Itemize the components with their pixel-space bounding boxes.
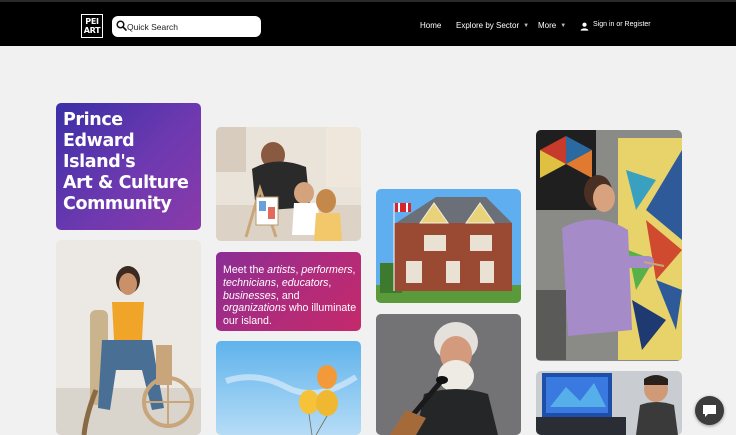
intro-fragment: , and [276,289,300,302]
chat-button[interactable] [695,396,724,425]
intro-fragment: , [328,276,332,289]
search-input[interactable] [127,17,257,36]
nav-explore-by-sector[interactable]: Explore by Sector ▼ [456,21,529,30]
chat-bubble-icon [703,405,716,417]
intro-link-performers[interactable]: performers [301,264,352,276]
title-line: Art & Culture [63,173,189,193]
nav-home[interactable]: Home [420,21,441,30]
title-line: Prince [63,110,123,130]
hero-title-tile: Prince Edward Island's Art & Culture Com… [56,103,201,230]
title-line: Island's [63,152,136,172]
photo-mural-painter[interactable] [536,130,682,361]
nav-home-label: Home [420,21,442,30]
photo-digital-artist[interactable] [536,371,682,435]
photo-family-painting[interactable] [216,127,361,241]
user-icon [580,22,589,31]
chevron-down-icon: ▼ [560,23,567,29]
intro-text: Meet the artists, performers, technician… [223,264,361,328]
nav-explore-label: Explore by Sector [456,21,520,30]
intro-fragment: Meet the [223,264,268,276]
intro-link-technicians[interactable]: technicians [223,277,276,289]
intro-fragment: , [352,264,356,276]
page-title: Prince Edward Island's Art & Culture Com… [63,110,189,215]
intro-link-organizations[interactable]: organizations [223,302,286,314]
register-link[interactable]: Register [625,21,651,28]
title-line: Community [63,194,172,214]
site-header: PEIART Home Explore by Sector▼ More▼ Sig… [0,0,736,46]
intro-link-artists[interactable]: artists [267,264,295,276]
photo-balloons[interactable] [216,341,361,435]
nav-more-label: More [538,21,557,30]
title-line: Edward [63,131,135,151]
search-icon [116,20,127,31]
nav-more[interactable]: More ▼ [538,21,566,30]
sign-in-link[interactable]: Sign in [593,21,614,28]
intro-tile: Meet the artists, performers, technician… [216,252,361,331]
search-box[interactable] [112,16,261,37]
site-logo[interactable]: PEI ART [81,14,103,38]
account-links: Sign in or Register [580,21,651,31]
photo-heritage-building[interactable] [376,189,521,303]
intro-link-businesses[interactable]: businesses [223,290,276,302]
photo-musician[interactable] [376,314,521,435]
or-text: or [616,21,623,28]
photo-spinner-artist[interactable] [56,240,201,435]
intro-link-educators[interactable]: educators [282,277,329,289]
chevron-down-icon: ▼ [523,23,530,29]
